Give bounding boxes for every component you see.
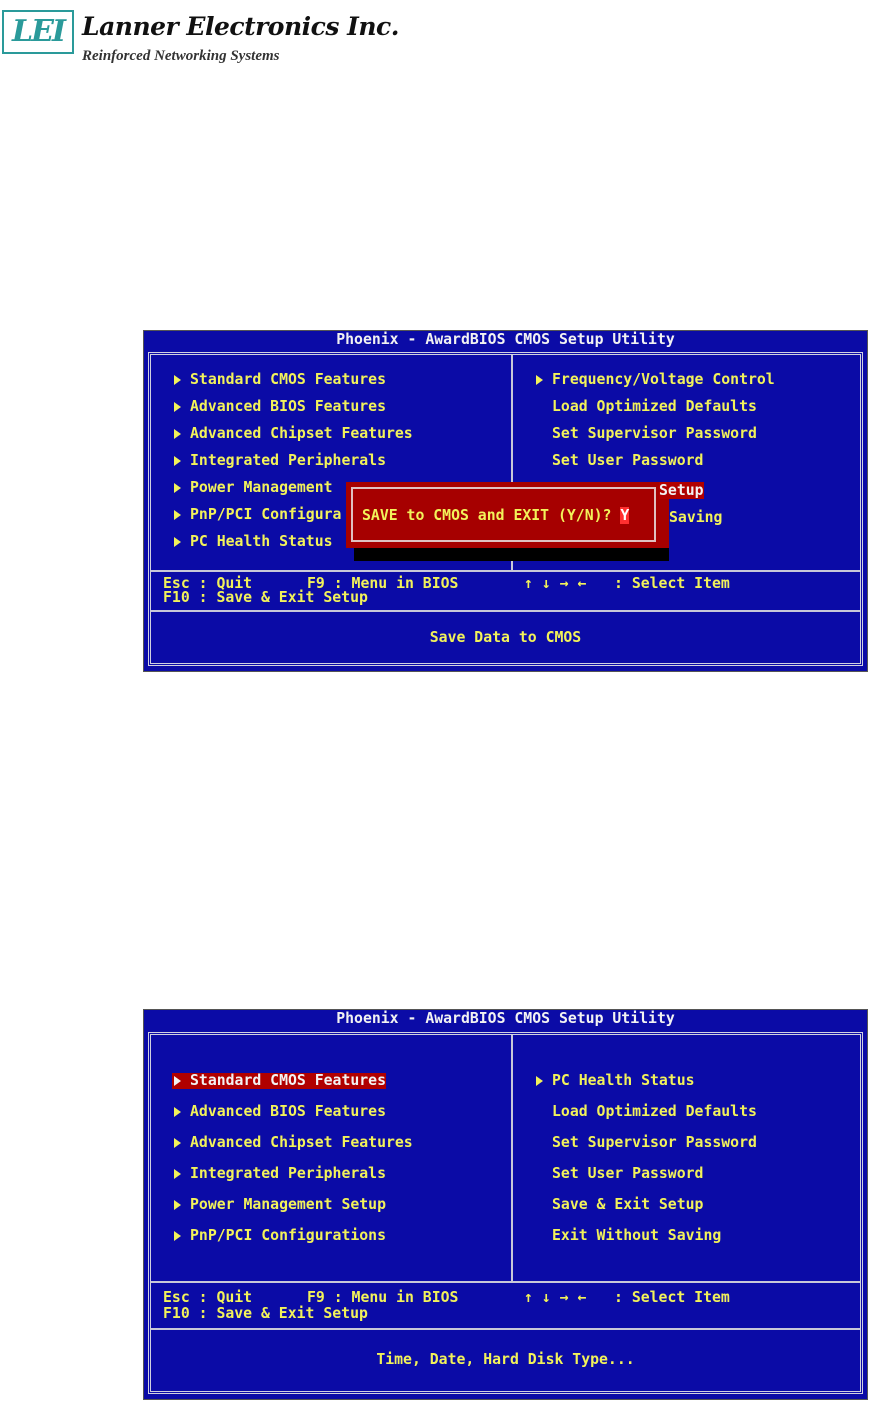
submenu-arrow-icon bbox=[536, 375, 543, 385]
divider bbox=[151, 610, 860, 612]
menu-item-power-management[interactable]: Power Management bbox=[190, 480, 333, 496]
bios-screen-save-dialog: Phoenix - AwardBIOS CMOS Setup Utility S… bbox=[143, 330, 868, 672]
submenu-arrow-icon bbox=[536, 1076, 543, 1086]
submenu-arrow-icon bbox=[174, 429, 181, 439]
menu-item-advanced-chipset-features[interactable]: Advanced Chipset Features bbox=[190, 1135, 413, 1151]
menu-item-exit-without-saving[interactable]: Exit Without Saving bbox=[552, 1228, 721, 1244]
footer-arrows: ↑ ↓ → ← bbox=[524, 575, 587, 592]
bios-title: Phoenix - AwardBIOS CMOS Setup Utility bbox=[336, 1010, 675, 1027]
menu-item-pc-health-status[interactable]: PC Health Status bbox=[552, 1073, 695, 1089]
status-line: Time, Date, Hard Disk Type... bbox=[376, 1351, 635, 1368]
dialog-input[interactable]: Y bbox=[620, 507, 630, 524]
menu-item-pnp-pci-configura[interactable]: PnP/PCI Configura bbox=[190, 507, 341, 523]
footer-f10: F10 : Save & Exit Setup bbox=[163, 1305, 368, 1322]
submenu-arrow-icon bbox=[174, 1138, 181, 1148]
menu-item-save-exit-setup[interactable]: Save & Exit Setup bbox=[552, 1197, 703, 1213]
footer-select: : Select Item bbox=[614, 575, 730, 592]
footer-select: : Select Item bbox=[614, 1289, 730, 1306]
submenu-arrow-icon bbox=[174, 537, 181, 547]
menu-item-set-supervisor-password[interactable]: Set Supervisor Password bbox=[552, 1135, 757, 1151]
save-confirm-dialog: SAVE to CMOS and EXIT (Y/N)? Y bbox=[346, 482, 669, 548]
footer-esc: Esc : Quit bbox=[163, 1289, 253, 1306]
footer-arrows: ↑ ↓ → ← bbox=[524, 1289, 587, 1306]
menu-item-set-user-password[interactable]: Set User Password bbox=[552, 453, 703, 469]
company-name: Lanner Electronics Inc. bbox=[82, 12, 399, 41]
submenu-arrow-icon bbox=[174, 402, 181, 412]
menu-item-integrated-peripherals[interactable]: Integrated Peripherals bbox=[190, 453, 386, 469]
submenu-arrow-icon bbox=[174, 456, 181, 466]
lei-logo-mark: LEI bbox=[2, 10, 74, 54]
divider bbox=[151, 1281, 860, 1283]
column-divider bbox=[511, 1035, 513, 1281]
company-tagline: Reinforced Networking Systems bbox=[82, 48, 280, 64]
dialog-shadow bbox=[354, 548, 669, 561]
bios-title: Phoenix - AwardBIOS CMOS Setup Utility bbox=[336, 331, 675, 348]
footer-f10: F10 : Save & Exit Setup bbox=[163, 589, 368, 606]
menu-item-power-management-setup[interactable]: Power Management Setup bbox=[190, 1197, 386, 1213]
divider bbox=[151, 1328, 860, 1330]
footer-f9: F9 : Menu in BIOS bbox=[307, 1289, 459, 1306]
menu-item-advanced-bios-features[interactable]: Advanced BIOS Features bbox=[190, 1104, 386, 1120]
menu-item-integrated-peripherals[interactable]: Integrated Peripherals bbox=[190, 1166, 386, 1182]
submenu-arrow-icon bbox=[174, 510, 181, 520]
submenu-arrow-icon bbox=[174, 1231, 181, 1241]
menu-item-advanced-bios-features[interactable]: Advanced BIOS Features bbox=[190, 399, 386, 415]
dialog-prompt: SAVE to CMOS and EXIT (Y/N)? Y bbox=[362, 507, 630, 524]
menu-item-save-exit-partial[interactable]: Setup bbox=[659, 482, 704, 499]
menu-item-standard-cmos-features[interactable]: Standard CMOS Features bbox=[172, 1073, 386, 1089]
menu-item-load-optimized-defaults[interactable]: Load Optimized Defaults bbox=[552, 399, 757, 415]
submenu-arrow-icon bbox=[174, 375, 181, 385]
status-line: Save Data to CMOS bbox=[429, 629, 582, 646]
menu-item-exit-without-saving-partial[interactable]: Saving bbox=[669, 510, 722, 526]
menu-item-pnp-pci-configurations[interactable]: PnP/PCI Configurations bbox=[190, 1228, 386, 1244]
menu-item-set-supervisor-password[interactable]: Set Supervisor Password bbox=[552, 426, 757, 442]
divider bbox=[151, 570, 860, 572]
menu-item-standard-cmos-features[interactable]: Standard CMOS Features bbox=[190, 372, 386, 388]
menu-item-frequency-voltage-control[interactable]: Frequency/Voltage Control bbox=[552, 372, 775, 388]
menu-item-advanced-chipset-features[interactable]: Advanced Chipset Features bbox=[190, 426, 413, 442]
submenu-arrow-icon bbox=[174, 1169, 181, 1179]
menu-item-load-optimized-defaults[interactable]: Load Optimized Defaults bbox=[552, 1104, 757, 1120]
submenu-arrow-icon bbox=[174, 1076, 181, 1086]
menu-item-set-user-password[interactable]: Set User Password bbox=[552, 1166, 703, 1182]
submenu-arrow-icon bbox=[174, 483, 181, 493]
submenu-arrow-icon bbox=[174, 1107, 181, 1117]
menu-item-pc-health-status[interactable]: PC Health Status bbox=[190, 534, 333, 550]
company-logo: LEI Lanner Electronics Inc. Reinforced N… bbox=[2, 4, 399, 68]
submenu-arrow-icon bbox=[174, 1200, 181, 1210]
bios-screen-main-menu: Phoenix - AwardBIOS CMOS Setup Utility S… bbox=[143, 1009, 868, 1400]
